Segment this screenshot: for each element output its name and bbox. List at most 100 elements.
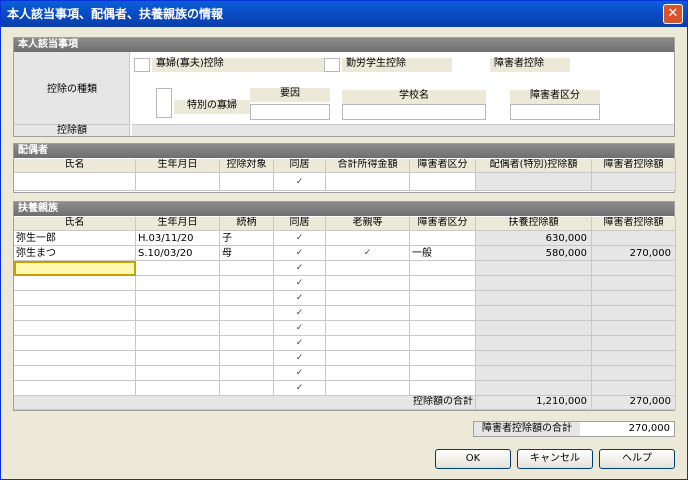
dep-disability-cell[interactable]: 一般 <box>410 246 476 261</box>
dep-elder-cell[interactable] <box>326 306 410 321</box>
spouse-cohabit-cell[interactable]: ✓ <box>274 173 326 191</box>
total-disability-cell: 270,000 <box>592 396 676 410</box>
school-input[interactable] <box>342 104 486 120</box>
dep-disability-deduction-cell <box>592 321 676 336</box>
reason-input[interactable] <box>250 104 330 120</box>
dep-birth-cell[interactable] <box>136 306 220 321</box>
dep-name-cell[interactable]: 弥生まつ <box>14 246 136 261</box>
dep-birth-cell[interactable]: H.03/11/20 <box>136 231 220 246</box>
dep-elder-cell[interactable] <box>326 336 410 351</box>
dep-disability-cell[interactable] <box>410 276 476 291</box>
dep-elder-cell[interactable] <box>326 231 410 246</box>
dep-disability-cell[interactable] <box>410 351 476 366</box>
dep-relation-cell[interactable] <box>220 276 274 291</box>
window-title: 本人該当事項、配偶者、扶養親族の情報 <box>7 7 224 21</box>
spouse-disability-cell[interactable] <box>410 173 476 191</box>
dep-disability-cell[interactable] <box>410 336 476 351</box>
special-widow-label: 特別の寡婦 <box>174 100 250 114</box>
dep-elder-cell[interactable] <box>326 261 410 276</box>
dep-disability-cell[interactable] <box>410 291 476 306</box>
dep-disability-cell[interactable] <box>410 321 476 336</box>
disability-label: 障害者控除 <box>490 58 570 72</box>
dep-cohabit-cell[interactable]: ✓ <box>274 261 326 276</box>
dep-birth-cell[interactable] <box>136 291 220 306</box>
dep-cohabit-cell[interactable]: ✓ <box>274 321 326 336</box>
dep-cohabit-cell[interactable]: ✓ <box>274 276 326 291</box>
dep-birth-cell[interactable] <box>136 381 220 396</box>
cancel-button[interactable]: キャンセル <box>517 449 593 469</box>
dep-birth-cell[interactable] <box>136 336 220 351</box>
dep-name-cell[interactable] <box>14 351 136 366</box>
dep-cohabit-cell[interactable]: ✓ <box>274 351 326 366</box>
spouse-name-cell[interactable] <box>14 173 136 191</box>
dep-name-cell[interactable]: 弥生一郎 <box>14 231 136 246</box>
dep-name-cell[interactable] <box>14 381 136 396</box>
dep-relation-cell[interactable] <box>220 381 274 396</box>
dep-elder-cell[interactable] <box>326 321 410 336</box>
spouse-income-cell[interactable] <box>326 173 410 191</box>
dep-relation-cell[interactable] <box>220 291 274 306</box>
special-widow-checkbox[interactable] <box>156 88 172 118</box>
dep-disability-cell[interactable] <box>410 231 476 246</box>
dep-cohabit-cell[interactable]: ✓ <box>274 246 326 261</box>
spouse-target-cell[interactable] <box>220 173 274 191</box>
dep-elder-cell[interactable]: ✓ <box>326 246 410 261</box>
dep-birth-cell[interactable] <box>136 261 220 276</box>
dep-name-cell[interactable] <box>14 291 136 306</box>
dep-elder-cell[interactable] <box>326 351 410 366</box>
dep-col-disability-deduction: 障害者控除額 <box>592 217 676 231</box>
ok-button[interactable]: OK <box>435 449 511 469</box>
dep-elder-cell[interactable] <box>326 366 410 381</box>
dep-cohabit-cell[interactable]: ✓ <box>274 366 326 381</box>
dep-name-cell[interactable] <box>14 321 136 336</box>
dep-relation-cell[interactable] <box>220 321 274 336</box>
spouse-col-income: 合計所得金額 <box>326 159 410 173</box>
dep-relation-cell[interactable] <box>220 261 274 276</box>
dep-deduction-cell <box>476 381 592 396</box>
dep-relation-cell[interactable] <box>220 336 274 351</box>
dep-name-cell[interactable] <box>14 336 136 351</box>
dep-name-cell[interactable] <box>14 366 136 381</box>
spouse-birth-cell[interactable] <box>136 173 220 191</box>
dep-disability-deduction-cell <box>592 291 676 306</box>
dep-relation-cell[interactable]: 子 <box>220 231 274 246</box>
widow-label: 寡婦(寡夫)控除 <box>152 58 332 72</box>
dep-disability-deduction-cell <box>592 351 676 366</box>
dep-elder-cell[interactable] <box>326 381 410 396</box>
dep-disability-cell[interactable] <box>410 261 476 276</box>
dep-birth-cell[interactable] <box>136 351 220 366</box>
dep-name-cell[interactable] <box>14 306 136 321</box>
title-bar: 本人該当事項、配偶者、扶養親族の情報 ✕ <box>1 1 687 27</box>
dep-elder-cell[interactable] <box>326 291 410 306</box>
dep-disability-deduction-cell <box>592 231 676 246</box>
dep-cohabit-cell[interactable]: ✓ <box>274 291 326 306</box>
dep-relation-cell[interactable] <box>220 366 274 381</box>
dep-name-cell[interactable] <box>14 261 136 276</box>
widow-checkbox[interactable] <box>134 58 150 72</box>
dep-deduction-cell <box>476 366 592 381</box>
dep-cohabit-cell[interactable]: ✓ <box>274 336 326 351</box>
dep-disability-cell[interactable] <box>410 381 476 396</box>
dep-relation-cell[interactable] <box>220 351 274 366</box>
dep-cohabit-cell[interactable]: ✓ <box>274 231 326 246</box>
dep-cohabit-cell[interactable]: ✓ <box>274 306 326 321</box>
close-icon[interactable]: ✕ <box>663 4 683 24</box>
student-checkbox[interactable] <box>324 58 340 72</box>
dep-deduction-cell <box>476 306 592 321</box>
dep-cohabit-cell[interactable]: ✓ <box>274 381 326 396</box>
dep-relation-cell[interactable]: 母 <box>220 246 274 261</box>
dep-birth-cell[interactable]: S.10/03/20 <box>136 246 220 261</box>
help-button[interactable]: ヘルプ <box>599 449 675 469</box>
dep-birth-cell[interactable] <box>136 321 220 336</box>
dep-disability-deduction-cell <box>592 336 676 351</box>
dep-elder-cell[interactable] <box>326 276 410 291</box>
dep-name-cell[interactable] <box>14 276 136 291</box>
dependents-section-header: 扶養親族 <box>14 202 674 216</box>
dep-disability-cell[interactable] <box>410 366 476 381</box>
dep-birth-cell[interactable] <box>136 366 220 381</box>
dep-relation-cell[interactable] <box>220 306 274 321</box>
dep-col-relation: 続柄 <box>220 217 274 231</box>
dep-birth-cell[interactable] <box>136 276 220 291</box>
dep-disability-cell[interactable] <box>410 306 476 321</box>
disability-class-input[interactable] <box>510 104 600 120</box>
